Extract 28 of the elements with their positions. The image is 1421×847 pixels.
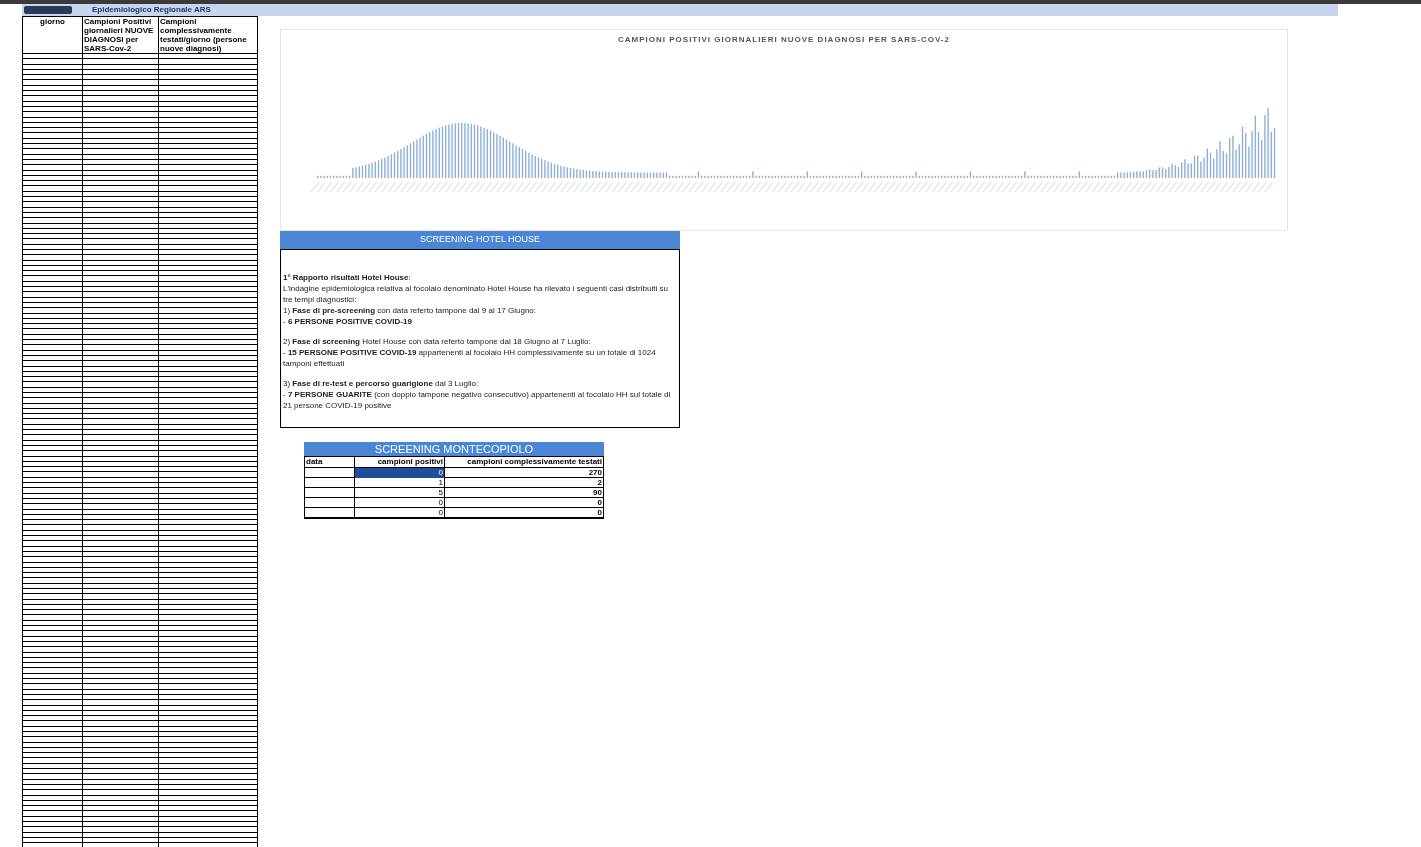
- column-header: campioni positivi: [355, 457, 445, 467]
- table-cell-text: 2: [596, 478, 603, 488]
- report-text: 3) Fase di re-test e percorso guarigione dal 3 Luglio:: [283, 378, 480, 389]
- table-cell-text: 0: [596, 498, 603, 508]
- column-header: Campioni Positivi giornalieri NUOVE DIAGNOSI per SARS-Cov-2: [83, 17, 159, 53]
- report-text: 2) Fase di screening Hotel House con data referto tampone dal 18 Giugno al 7 Luglio:: [283, 336, 592, 347]
- banner-title: Epidemiologico Regionale ARS: [92, 6, 211, 14]
- report-text: - 6 PERSONE POSITIVE COVID-19: [283, 316, 413, 327]
- report-text: L'indagine epidemiologica relativa al focolaio denominato Hotel House ha rilevato i seguenti casi distribuiti su tre tempi diagnostici:: [283, 283, 669, 305]
- column-header: giorno: [23, 17, 83, 53]
- column-header: campioni complessivamente testati: [466, 457, 603, 467]
- chart-title: CAMPIONI POSITIVI GIORNALIERI NUOVE DIAGNOSI PER SARS-COV-2: [618, 34, 950, 46]
- table-cell: 0: [355, 508, 445, 518]
- table-cell-text: 90: [592, 488, 603, 498]
- report-text: 1) Fase di pre-screening con data referto tampone dal 9 al 17 Giugno:: [283, 305, 538, 316]
- table-cell: 5: [355, 488, 445, 498]
- report-text: - 15 PERSONE POSITIVE COVID-19 appartenenti al focolaio HH complessivamente su un totale di 1024 tamponi effettuati: [283, 347, 657, 369]
- section-header: SCREENING HOTEL HOUSE: [280, 231, 680, 249]
- column-header: Campioni complessivamente testati/giorno (persone nuove diagnosi): [159, 17, 248, 53]
- table-cell: 1: [355, 478, 445, 488]
- section-header: SCREENING MONTECOPIOLO: [304, 442, 604, 456]
- report-text: - 7 PERSONE GUARITE (con doppio tampone negativo consecutivo) appartenenti al focolaio HH sul totale di 21 persone COVID-19 positive: [283, 389, 672, 411]
- table-cell-text: 0: [596, 508, 603, 518]
- column-header: data: [305, 457, 355, 467]
- table-cell: 0: [355, 498, 445, 508]
- table-cell: 0: [355, 468, 445, 478]
- report-text: 1° Rapporto risultati Hotel House:: [283, 272, 412, 283]
- table-cell-text: 270: [587, 468, 603, 478]
